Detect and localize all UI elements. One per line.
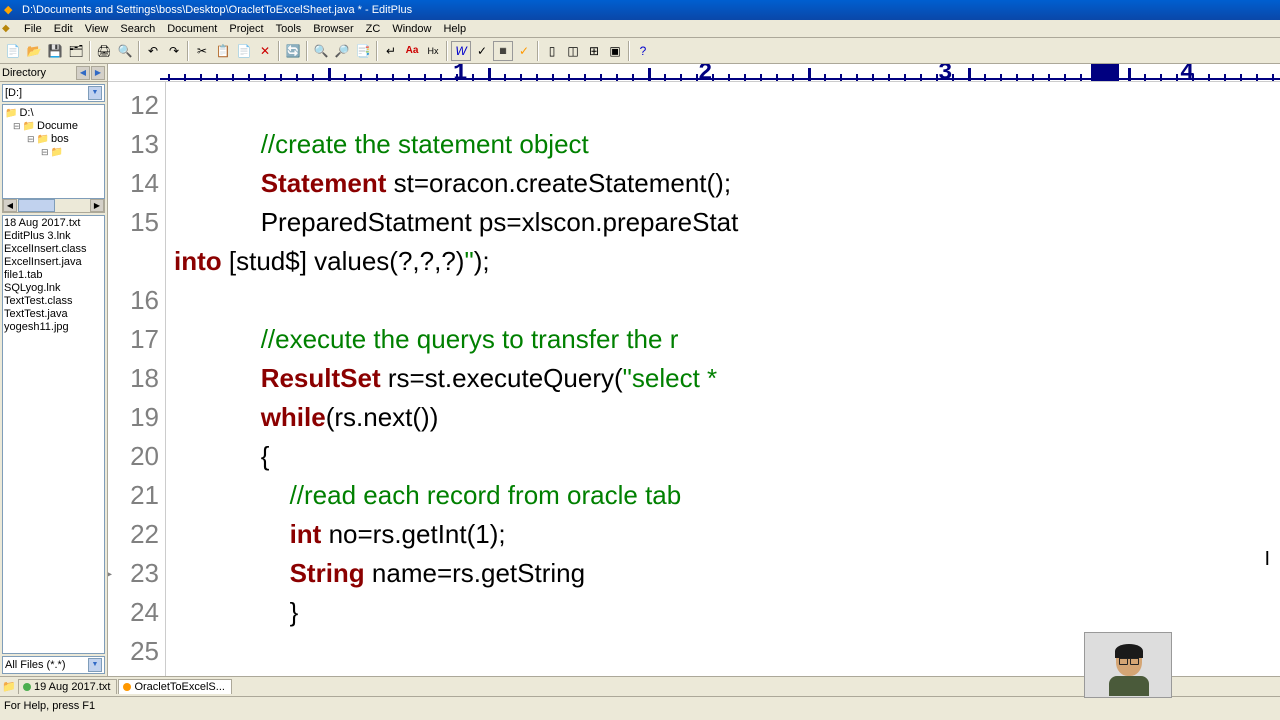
menu-search[interactable]: Search [114, 22, 161, 36]
check-icon[interactable]: ✓ [514, 41, 534, 61]
toolbar: 📄 📂 💾 🗂 🖨 🔍 ↶ ↷ ✂ 📋 📄 ✕ 🔄 🔍 🔎 📑 ↵ Aa Hx … [0, 38, 1280, 64]
sidebar: Directory ◀ ▶ [D:] ▼ D:\ Docume bos ◀ ▶ … [0, 64, 108, 676]
file-item[interactable]: yogesh11.jpg [4, 321, 103, 334]
folder-tree[interactable]: D:\ Docume bos [2, 104, 105, 199]
refresh-icon[interactable]: 🔄 [283, 41, 303, 61]
filter-dropdown-icon[interactable]: ▼ [88, 658, 102, 672]
status-bar: For Help, press F1 [0, 696, 1280, 714]
window2-icon[interactable]: ◫ [563, 41, 583, 61]
menu-help[interactable]: Help [437, 22, 472, 36]
find-icon[interactable]: 🔍 [311, 41, 331, 61]
title-bar: D:\Documents and Settings\boss\Desktop\O… [0, 0, 1280, 20]
tab-file-1[interactable]: 19 Aug 2017.txt [18, 679, 117, 694]
replace-icon[interactable]: 🔎 [332, 41, 352, 61]
menu-view[interactable]: View [79, 22, 115, 36]
copy-icon[interactable]: 📋 [213, 41, 233, 61]
delete-icon[interactable]: ✕ [255, 41, 275, 61]
drive-label: [D:] [5, 87, 22, 99]
dot-icon [23, 683, 31, 691]
ruler[interactable]: 1234 [108, 64, 1280, 82]
file-item[interactable]: 18 Aug 2017.txt [4, 217, 103, 230]
w-icon[interactable]: W [451, 41, 471, 61]
tool1-icon[interactable]: ▦ [493, 41, 513, 61]
file-item[interactable]: file1.tab [4, 269, 103, 282]
spell-icon[interactable]: ✓ [472, 41, 492, 61]
menu-project[interactable]: Project [223, 22, 269, 36]
save-all-icon[interactable]: 🗂 [66, 41, 86, 61]
window-title: D:\Documents and Settings\boss\Desktop\O… [22, 4, 412, 16]
window1-icon[interactable]: ▯ [542, 41, 562, 61]
drive-selector[interactable]: [D:] ▼ [2, 84, 105, 102]
file-item[interactable]: TextTest.java [4, 308, 103, 321]
hex-icon[interactable]: Hx [423, 41, 443, 61]
code-area[interactable]: 121314151617181920212223242526 //create … [108, 82, 1280, 676]
dot-icon [123, 683, 131, 691]
tab-file-2[interactable]: OracletToExcelS... [118, 679, 231, 694]
sidebar-prev-icon[interactable]: ◀ [76, 66, 90, 80]
cut-icon[interactable]: ✂ [192, 41, 212, 61]
status-text: For Help, press F1 [4, 700, 95, 712]
window4-icon[interactable]: ▣ [605, 41, 625, 61]
menu-zc[interactable]: ZC [360, 22, 387, 36]
app-icon [4, 3, 18, 17]
main-area: Directory ◀ ▶ [D:] ▼ D:\ Docume bos ◀ ▶ … [0, 64, 1280, 676]
sidebar-next-icon[interactable]: ▶ [91, 66, 105, 80]
filter-label: All Files (*.*) [5, 659, 66, 671]
menu-bar: File Edit View Search Document Project T… [0, 20, 1280, 38]
tree-root[interactable]: D:\ [19, 107, 33, 119]
tree-scrollbar[interactable]: ◀ ▶ [2, 199, 105, 213]
window3-icon[interactable]: ⊞ [584, 41, 604, 61]
menu-tools[interactable]: Tools [270, 22, 308, 36]
tree-item[interactable]: Docume [37, 120, 78, 132]
app-icon-small [2, 22, 16, 36]
menu-document[interactable]: Document [161, 22, 223, 36]
code-text[interactable]: //create the statement object Statement … [166, 82, 1280, 676]
help-icon[interactable]: ? [633, 41, 653, 61]
undo-icon[interactable]: ↶ [143, 41, 163, 61]
paste-icon[interactable]: 📄 [234, 41, 254, 61]
text-cursor-icon: I [1264, 548, 1270, 571]
scroll-right-icon[interactable]: ▶ [90, 199, 104, 212]
redo-icon[interactable]: ↷ [164, 41, 184, 61]
word-wrap-icon[interactable]: ↵ [381, 41, 401, 61]
scroll-left-icon[interactable]: ◀ [3, 199, 17, 212]
webcam-overlay [1084, 632, 1172, 698]
file-filter[interactable]: All Files (*.*) ▼ [2, 656, 105, 674]
file-item[interactable]: ExcelInsert.java [4, 256, 103, 269]
tree-item[interactable] [51, 146, 65, 158]
menu-file[interactable]: File [18, 22, 48, 36]
file-list[interactable]: 18 Aug 2017.txt EditPlus 3.lnk ExcelInse… [2, 215, 105, 654]
list-icon[interactable]: 📑 [353, 41, 373, 61]
file-item[interactable]: TextTest.class [4, 295, 103, 308]
drive-dropdown-icon[interactable]: ▼ [88, 86, 102, 100]
file-item[interactable]: EditPlus 3.lnk [4, 230, 103, 243]
tree-item[interactable]: bos [51, 133, 69, 145]
preview-icon[interactable]: 🔍 [115, 41, 135, 61]
editor: 1234 121314151617181920212223242526 //cr… [108, 64, 1280, 676]
menu-browser[interactable]: Browser [307, 22, 359, 36]
print-icon[interactable]: 🖨 [94, 41, 114, 61]
file-item[interactable]: ExcelInsert.class [4, 243, 103, 256]
new-file-icon[interactable]: 📄 [3, 41, 23, 61]
menu-edit[interactable]: Edit [48, 22, 79, 36]
line-gutter: 121314151617181920212223242526 [108, 82, 166, 676]
file-item[interactable]: SQLyog.lnk [4, 282, 103, 295]
menu-window[interactable]: Window [386, 22, 437, 36]
open-icon[interactable]: 📂 [24, 41, 44, 61]
sidebar-header: Directory ◀ ▶ [0, 64, 107, 82]
font-icon[interactable]: Aa [402, 41, 422, 61]
sidebar-tab-label[interactable]: Directory [2, 67, 46, 79]
tabs-folder-icon[interactable] [2, 680, 16, 694]
save-icon[interactable]: 💾 [45, 41, 65, 61]
